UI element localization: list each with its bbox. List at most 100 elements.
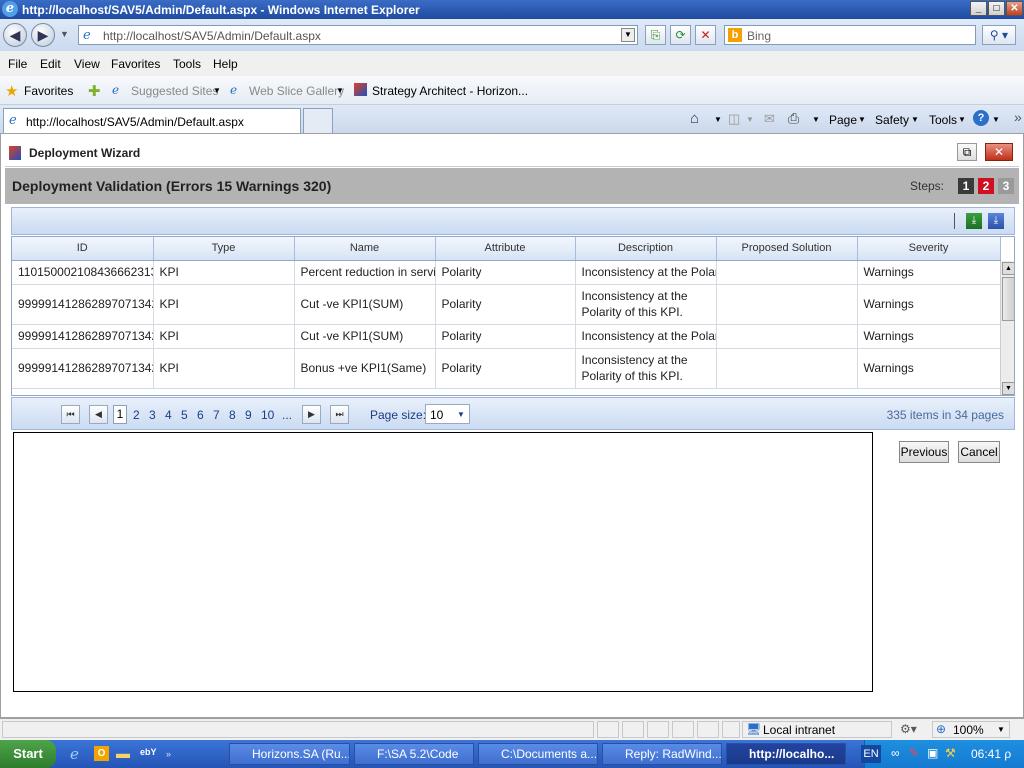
mail-icon[interactable]: ✉: [764, 111, 775, 127]
previous-button[interactable]: Previous: [899, 441, 949, 463]
column-header-id[interactable]: ID: [12, 237, 154, 261]
table-row[interactable]: 9999914128628970713422 KPI Bonus +ve KPI…: [12, 348, 1001, 389]
start-button[interactable]: Start: [0, 740, 56, 768]
page-link-3[interactable]: 3: [149, 408, 156, 422]
minimize-button[interactable]: _: [970, 1, 987, 16]
print-dropdown-icon[interactable]: ▼: [812, 115, 820, 124]
add-favorite-icon[interactable]: ✚: [88, 82, 101, 100]
first-page-icon[interactable]: ⏮: [61, 405, 80, 424]
page-menu[interactable]: Page: [829, 113, 857, 127]
protected-mode-icon[interactable]: ⚙▾: [900, 722, 917, 736]
scroll-thumb[interactable]: [1002, 277, 1014, 321]
search-input[interactable]: b Bing: [724, 25, 976, 45]
task-localhost[interactable]: http://localho...: [726, 743, 846, 765]
address-bar[interactable]: e http://localhost/SAV5/Admin/Default.as…: [78, 25, 638, 45]
tray-acrobat-icon[interactable]: ✎: [909, 746, 919, 760]
page-size-select[interactable]: 10 ▼: [425, 404, 470, 424]
quicklaunch-ebay-icon[interactable]: ebY: [140, 747, 157, 757]
menu-file[interactable]: File: [8, 57, 27, 71]
task-radwindow[interactable]: Reply: RadWind...: [602, 743, 722, 765]
step-1[interactable]: 1: [958, 178, 974, 194]
close-window-button[interactable]: ✕: [1006, 1, 1023, 16]
web-slice-dropdown-icon[interactable]: ▼: [336, 86, 344, 95]
step-2[interactable]: 2: [978, 178, 994, 194]
refresh-icon[interactable]: ⟳: [670, 25, 691, 45]
page-link-1[interactable]: 1: [113, 405, 127, 424]
export-excel-icon[interactable]: ⤓: [966, 213, 982, 229]
menu-view[interactable]: View: [74, 57, 100, 71]
language-indicator[interactable]: EN: [861, 745, 881, 763]
safety-menu[interactable]: Safety: [875, 113, 909, 127]
tools-menu[interactable]: Tools: [929, 113, 957, 127]
stop-icon[interactable]: ✕: [695, 25, 716, 45]
menu-help[interactable]: Help: [213, 57, 238, 71]
quicklaunch-more-icon[interactable]: »: [166, 749, 171, 759]
prev-page-icon[interactable]: ◀: [89, 405, 108, 424]
column-header-name[interactable]: Name: [294, 237, 436, 261]
history-dropdown-icon[interactable]: ▼: [60, 29, 69, 39]
tools-dropdown-icon[interactable]: ▼: [958, 115, 966, 124]
column-header-type[interactable]: Type: [153, 237, 295, 261]
tab-current[interactable]: e http://localhost/SAV5/Admin/Default.as…: [3, 108, 301, 133]
task-sa-code[interactable]: F:\SA 5.2\Code: [354, 743, 474, 765]
page-link-6[interactable]: 6: [197, 408, 204, 422]
close-icon[interactable]: ✕: [985, 143, 1013, 161]
page-dropdown-icon[interactable]: ▼: [858, 115, 866, 124]
step-3[interactable]: 3: [998, 178, 1014, 194]
new-tab-button[interactable]: [303, 108, 333, 133]
next-page-icon[interactable]: ▶: [302, 405, 321, 424]
table-row[interactable]: 1101500021084366623134 KPI Percent reduc…: [12, 260, 1001, 285]
restore-icon[interactable]: ⧉: [957, 143, 977, 161]
scroll-down-icon[interactable]: ▼: [1002, 382, 1014, 395]
page-link-5[interactable]: 5: [181, 408, 188, 422]
page-link-10[interactable]: 10: [261, 408, 274, 422]
address-dropdown-icon[interactable]: ▼: [621, 28, 635, 42]
maximize-button[interactable]: □: [988, 1, 1005, 16]
tray-tools-icon[interactable]: ⚒: [945, 746, 956, 760]
help-icon[interactable]: ?: [973, 110, 989, 126]
grid-vertical-scrollbar[interactable]: ▲ ▼: [1000, 261, 1014, 395]
strategy-architect-link[interactable]: Strategy Architect - Horizon...: [372, 84, 528, 98]
search-icon[interactable]: ⚲ ▾: [982, 25, 1016, 45]
zoom-segment[interactable]: ⊕ 100% ▼: [932, 721, 1010, 738]
task-documents[interactable]: C:\Documents a...: [478, 743, 598, 765]
more-icon[interactable]: »: [1014, 109, 1022, 125]
task-horizons[interactable]: Horizons.SA (Ru...: [229, 743, 350, 765]
column-header-severity[interactable]: Severity: [857, 237, 1001, 261]
column-header-description[interactable]: Description: [575, 237, 717, 261]
help-dropdown-icon[interactable]: ▼: [992, 115, 1000, 124]
web-slice-gallery-link[interactable]: Web Slice Gallery: [249, 84, 344, 98]
favorites-button[interactable]: Favorites: [24, 84, 73, 98]
suggested-sites-link[interactable]: Suggested Sites: [131, 84, 218, 98]
table-row[interactable]: 9999914128628970713422 KPI Cut -ve KPI1(…: [12, 284, 1001, 325]
last-page-icon[interactable]: ⏭: [330, 405, 349, 424]
page-link-more[interactable]: ...: [282, 408, 292, 422]
quicklaunch-ie-icon[interactable]: e: [70, 745, 79, 763]
cancel-button[interactable]: Cancel: [958, 441, 1000, 463]
page-link-7[interactable]: 7: [213, 408, 220, 422]
quicklaunch-outlook-icon[interactable]: O: [94, 746, 109, 761]
page-link-9[interactable]: 9: [245, 408, 252, 422]
feeds-dropdown-icon[interactable]: ▼: [746, 115, 754, 124]
menu-favorites[interactable]: Favorites: [111, 57, 160, 71]
column-header-proposed-solution[interactable]: Proposed Solution: [716, 237, 858, 261]
menu-edit[interactable]: Edit: [40, 57, 61, 71]
page-link-4[interactable]: 4: [165, 408, 172, 422]
menu-tools[interactable]: Tools: [173, 57, 201, 71]
page-link-8[interactable]: 8: [229, 408, 236, 422]
back-icon[interactable]: ◀: [3, 23, 27, 47]
safety-dropdown-icon[interactable]: ▼: [911, 115, 919, 124]
suggested-dropdown-icon[interactable]: ▼: [213, 86, 221, 95]
home-dropdown-icon[interactable]: ▼: [714, 115, 722, 124]
print-icon[interactable]: ⎙: [788, 110, 799, 127]
column-header-attribute[interactable]: Attribute: [435, 237, 576, 261]
feeds-icon[interactable]: ◫: [728, 111, 740, 127]
tray-display-icon[interactable]: ▣: [927, 746, 938, 760]
forward-icon[interactable]: ▶: [31, 23, 55, 47]
compat-view-icon[interactable]: ⎘: [645, 25, 666, 45]
table-row[interactable]: 9999914128628970713422 KPI Cut -ve KPI1(…: [12, 324, 1001, 349]
page-link-2[interactable]: 2: [133, 408, 140, 422]
tray-network-icon[interactable]: ∞: [891, 746, 900, 760]
export-word-icon[interactable]: ⤓: [988, 213, 1004, 229]
home-icon[interactable]: ⌂: [690, 110, 699, 127]
